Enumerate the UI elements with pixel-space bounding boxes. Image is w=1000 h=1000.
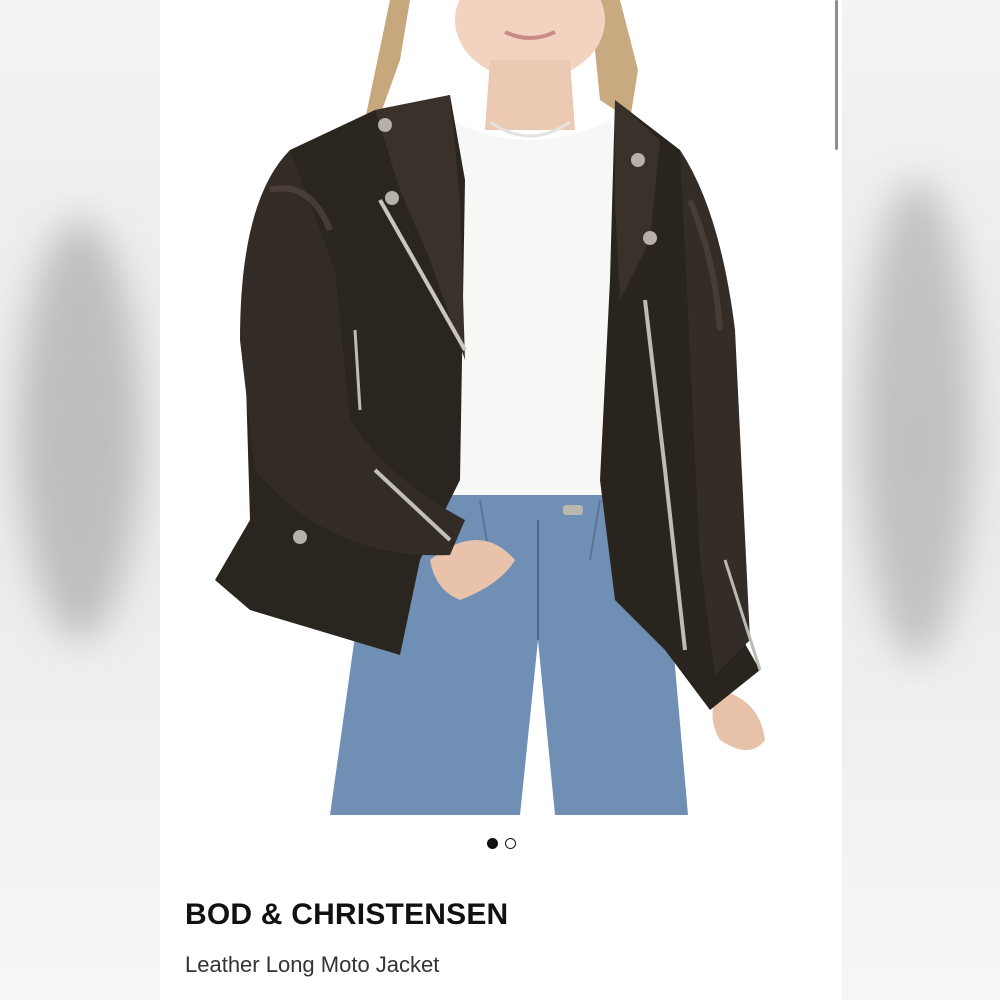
carousel-dot-1[interactable]	[486, 838, 498, 849]
scrollbar[interactable]	[835, 0, 838, 150]
product-name[interactable]: Leather Long Moto Jacket	[185, 952, 439, 978]
product-brand[interactable]: BOD & CHRISTENSEN	[185, 898, 508, 932]
carousel-dot-2[interactable]	[504, 838, 516, 849]
blurred-right-panel	[842, 0, 1000, 1000]
screenshot-frame: BOD & CHRISTENSEN Leather Long Moto Jack…	[0, 0, 1000, 1000]
product-photo-icon	[215, 0, 765, 815]
product-screen: BOD & CHRISTENSEN Leather Long Moto Jack…	[160, 0, 842, 1000]
carousel-dots	[160, 838, 842, 854]
product-image[interactable]	[160, 0, 842, 815]
blurred-left-panel	[0, 0, 160, 1000]
